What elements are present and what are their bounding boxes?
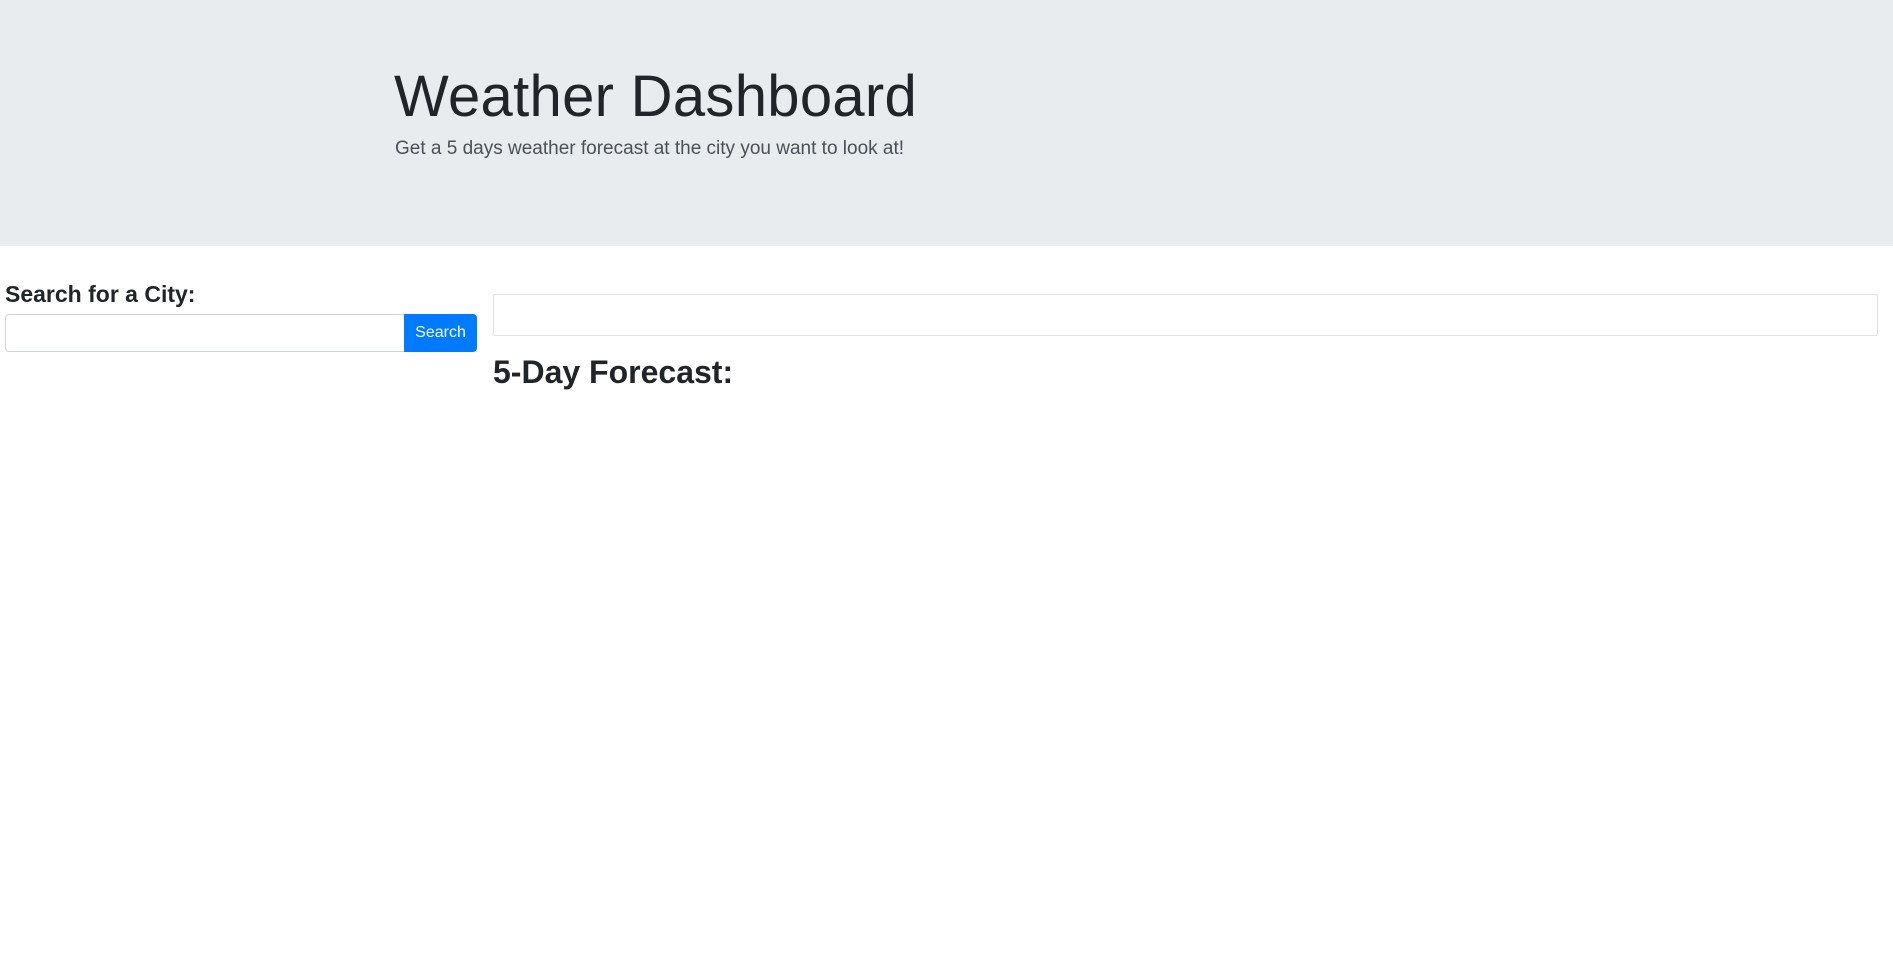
forecast-heading: 5-Day Forecast: xyxy=(493,354,734,390)
current-weather-card xyxy=(493,294,1878,336)
city-search-input[interactable] xyxy=(5,314,404,352)
header-content: Weather Dashboard Get a 5 days weather f… xyxy=(394,62,917,160)
search-input-group: Search xyxy=(5,314,477,352)
jumbotron-header: Weather Dashboard Get a 5 days weather f… xyxy=(0,0,1893,246)
page-subtitle: Get a 5 days weather forecast at the cit… xyxy=(395,138,905,159)
search-label: Search for a City: xyxy=(5,281,196,307)
search-button[interactable]: Search xyxy=(404,314,477,352)
page-title: Weather Dashboard xyxy=(394,64,918,129)
